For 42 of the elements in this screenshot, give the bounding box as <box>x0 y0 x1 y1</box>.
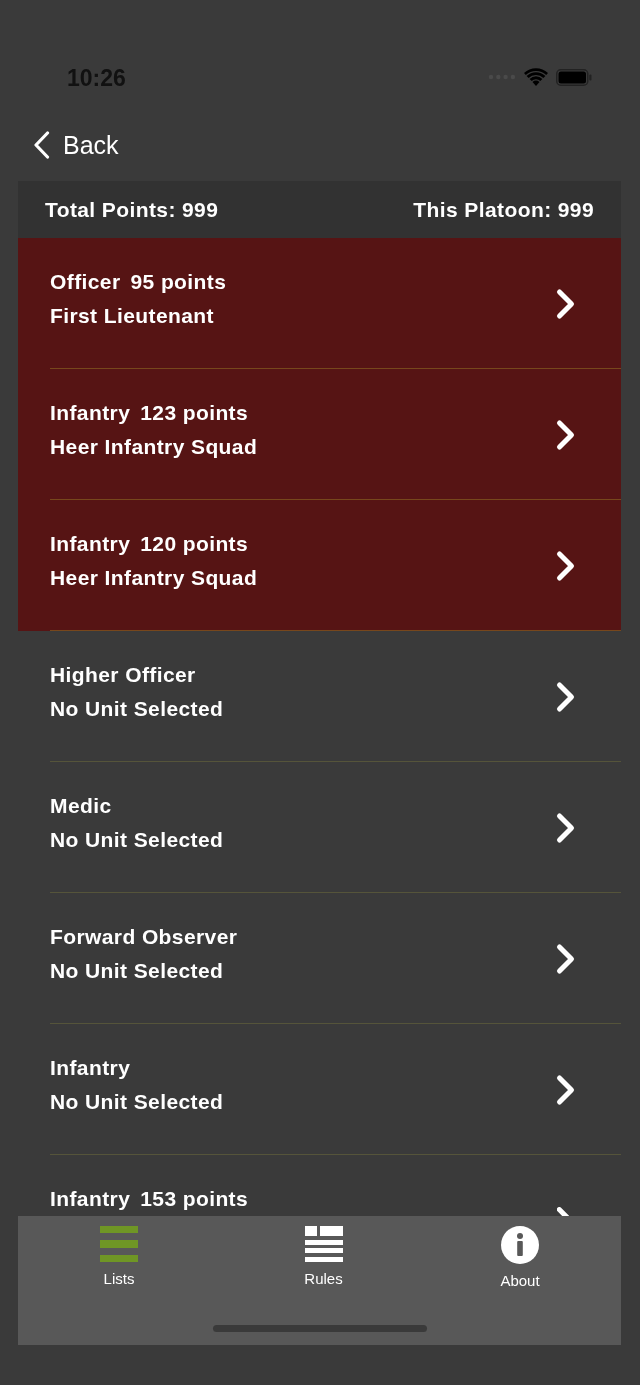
unit-slot-row[interactable]: Infantry 123 points Heer Infantry Squad <box>18 369 621 500</box>
battery-icon <box>556 68 592 86</box>
wifi-icon <box>524 68 548 86</box>
chevron-left-icon <box>33 131 50 159</box>
slot-role: Officer <box>50 269 121 295</box>
chevron-right-icon <box>555 811 577 845</box>
chevron-right-icon <box>557 1207 569 1216</box>
list-icon <box>100 1226 138 1262</box>
unit-slot-row[interactable]: Infantry 120 points Heer Infantry Squad <box>18 500 621 631</box>
slot-role: Higher Officer <box>50 662 196 688</box>
slot-unit-name: No Unit Selected <box>50 696 224 722</box>
slot-unit-name: Heer Infantry Squad <box>50 565 258 591</box>
slot-points: 120 points <box>140 531 249 557</box>
slot-unit-name: Heer Infantry Squad <box>50 434 258 460</box>
slot-role: Forward Observer <box>50 924 238 950</box>
tab-button[interactable]: Lists <box>57 1226 181 1288</box>
slot-role: Infantry <box>50 531 131 557</box>
slot-points: 123 points <box>140 400 249 426</box>
tab-button[interactable]: About <box>458 1226 582 1290</box>
total-points-label: Total Points: 999 <box>45 197 219 222</box>
slot-role: Medic <box>50 793 112 819</box>
slot-role: Infantry <box>50 1186 131 1212</box>
slot-unit-name: No Unit Selected <box>50 827 224 853</box>
slot-points: 95 points <box>130 269 227 295</box>
slot-points: 153 points <box>140 1186 249 1212</box>
back-button[interactable]: Back <box>31 120 121 170</box>
slot-unit-name: First Lieutenant <box>50 303 215 329</box>
info-icon <box>501 1226 539 1264</box>
tab-button[interactable]: Rules <box>261 1226 386 1288</box>
platoon-points-label: This Platoon: 999 <box>413 197 594 222</box>
slot-role: Infantry <box>50 400 131 426</box>
unit-slot-row[interactable]: Officer 95 points First Lieutenant <box>18 238 621 369</box>
chevron-right-icon <box>555 287 577 321</box>
chevron-right-icon <box>555 942 577 976</box>
chevron-right-icon <box>555 680 577 714</box>
chevron-right-icon <box>555 418 577 452</box>
chevron-right-icon <box>555 549 577 583</box>
slot-unit-name: No Unit Selected <box>50 1089 224 1115</box>
slot-unit-name: No Unit Selected <box>50 958 225 984</box>
chevron-right-icon <box>555 1073 577 1107</box>
document-lines-icon <box>304 1226 343 1262</box>
slot-role: Infantry <box>50 1055 131 1081</box>
